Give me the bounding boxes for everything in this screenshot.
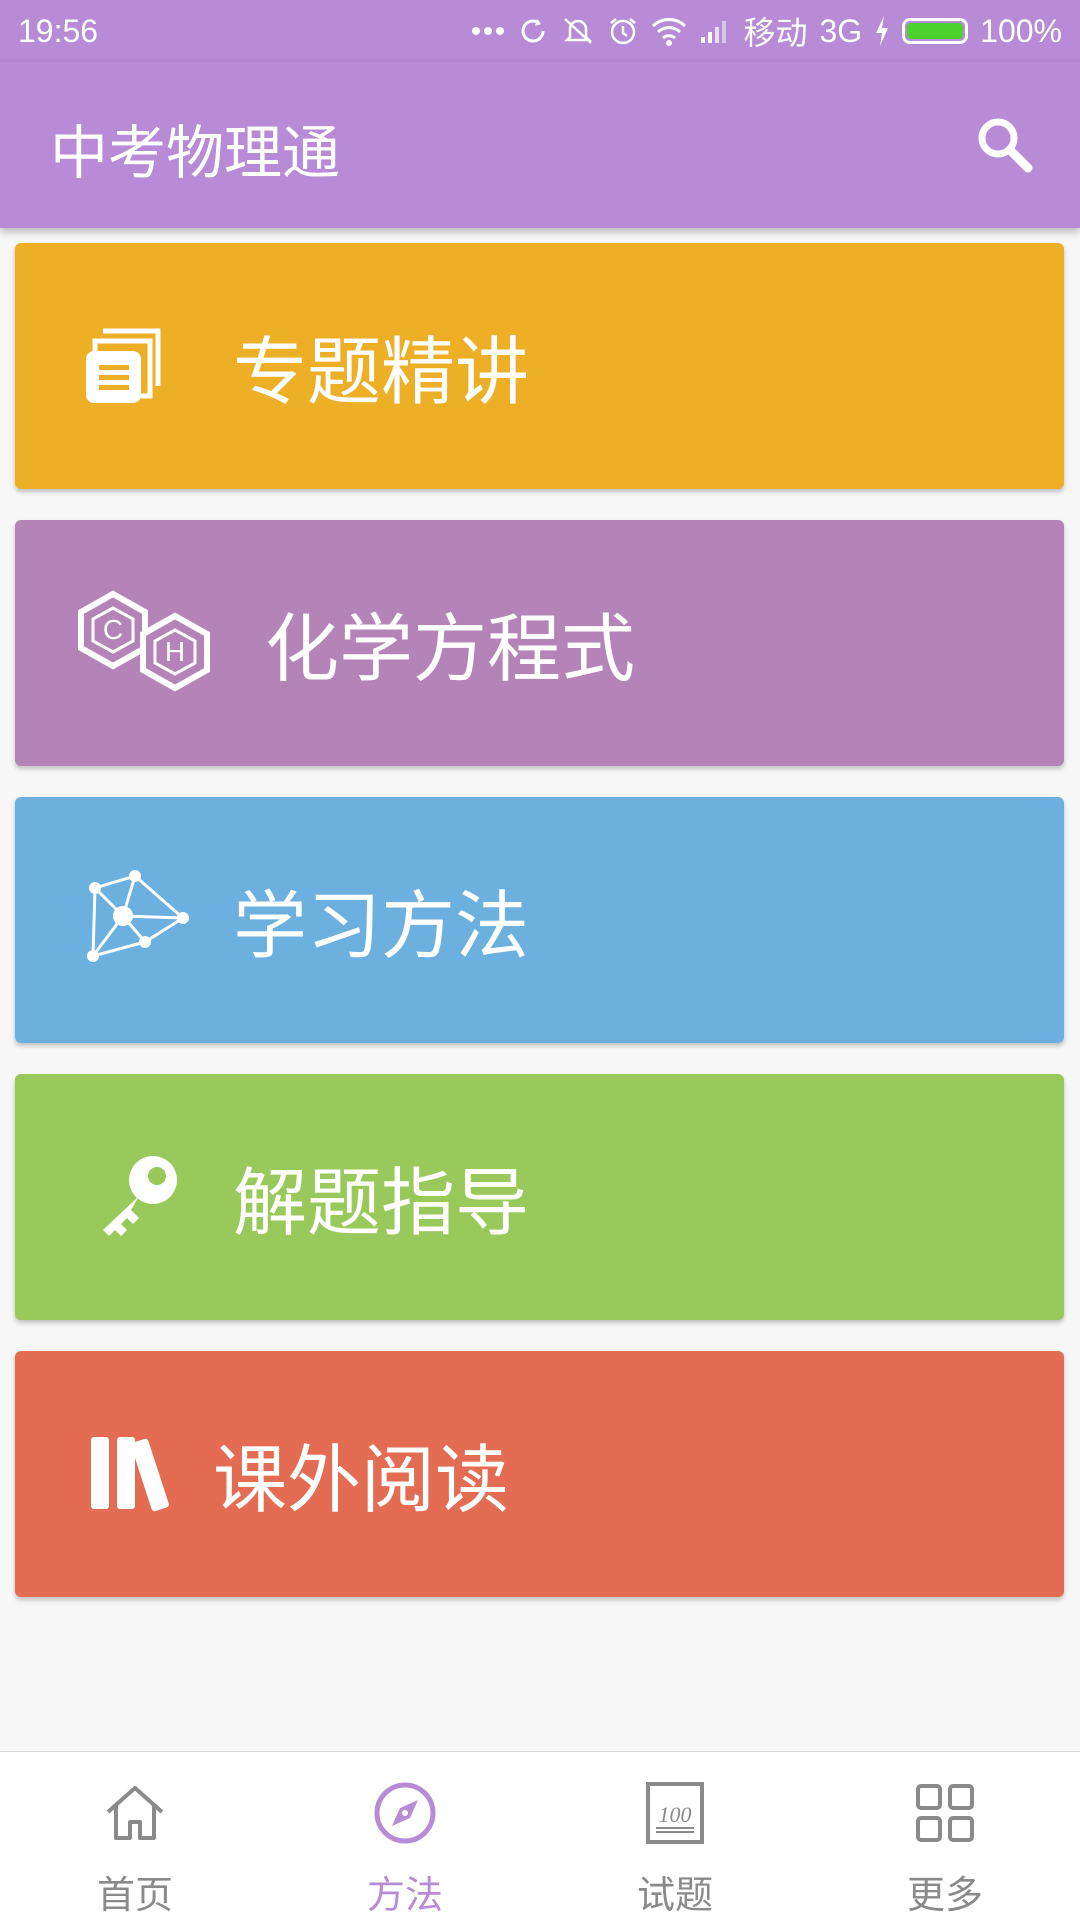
svg-text:H: H — [165, 636, 185, 667]
app-bar: 中考物理通 — [0, 62, 1080, 228]
mute-bell-icon — [561, 15, 595, 47]
home-icon — [102, 1780, 168, 1850]
card-study-methods[interactable]: 学习方法 — [15, 797, 1064, 1043]
nav-label: 试题 — [636, 1873, 713, 1917]
status-icons: 移动 3G 100% — [471, 0, 1062, 62]
signal-icon — [699, 17, 731, 45]
card-extracurricular-reading[interactable]: 课外阅读 — [15, 1351, 1064, 1597]
nav-label: 方法 — [366, 1873, 443, 1917]
grid-icon — [912, 1780, 978, 1850]
nav-label: 更多 — [906, 1873, 983, 1917]
card-label: 解题指导 — [233, 1160, 529, 1247]
network-type: 3G — [819, 12, 863, 49]
search-button[interactable] — [970, 110, 1040, 180]
more-dots-icon — [471, 26, 505, 36]
nav-exams[interactable]: 100 试题 — [540, 1752, 810, 1921]
card-topic-lectures[interactable]: 专题精讲 — [15, 243, 1064, 489]
carrier-name: 移动 — [743, 15, 808, 51]
books-icon — [87, 1427, 177, 1521]
charging-icon — [874, 16, 890, 46]
status-time: 19:56 — [18, 13, 99, 49]
alarm-icon — [607, 15, 639, 47]
nav-methods[interactable]: 方法 — [270, 1752, 540, 1921]
nav-home[interactable]: 首页 — [0, 1752, 270, 1921]
status-bar: 19:56 移动 3G 100% — [0, 0, 1080, 62]
key-icon — [95, 1150, 185, 1244]
card-label: 专题精讲 — [233, 329, 529, 416]
bottom-navigation: 首页 方法 100 试题 更多 — [0, 1751, 1080, 1921]
card-chemical-equations[interactable]: C H 化学方程式 — [15, 520, 1064, 766]
sync-icon — [517, 15, 549, 47]
document-stack-icon — [81, 319, 171, 413]
network-graph-icon — [83, 868, 193, 972]
battery-percentage: 100% — [980, 12, 1062, 49]
app-title: 中考物理通 — [50, 119, 341, 187]
nav-more[interactable]: 更多 — [810, 1752, 1080, 1921]
battery-icon — [902, 18, 969, 44]
compass-icon — [372, 1780, 438, 1850]
card-problem-solving-guide[interactable]: 解题指导 — [15, 1074, 1064, 1320]
card-label: 化学方程式 — [265, 606, 635, 693]
svg-text:100: 100 — [659, 1802, 692, 1827]
exam-100-icon: 100 — [642, 1780, 708, 1850]
svg-text:C: C — [103, 614, 123, 645]
battery-level — [907, 23, 964, 39]
search-icon — [970, 118, 1040, 184]
card-label: 课外阅读 — [213, 1437, 509, 1524]
chemistry-hexagon-icon: C H — [73, 586, 223, 700]
nav-label: 首页 — [96, 1873, 173, 1917]
wifi-icon — [651, 16, 687, 46]
card-label: 学习方法 — [233, 883, 529, 970]
